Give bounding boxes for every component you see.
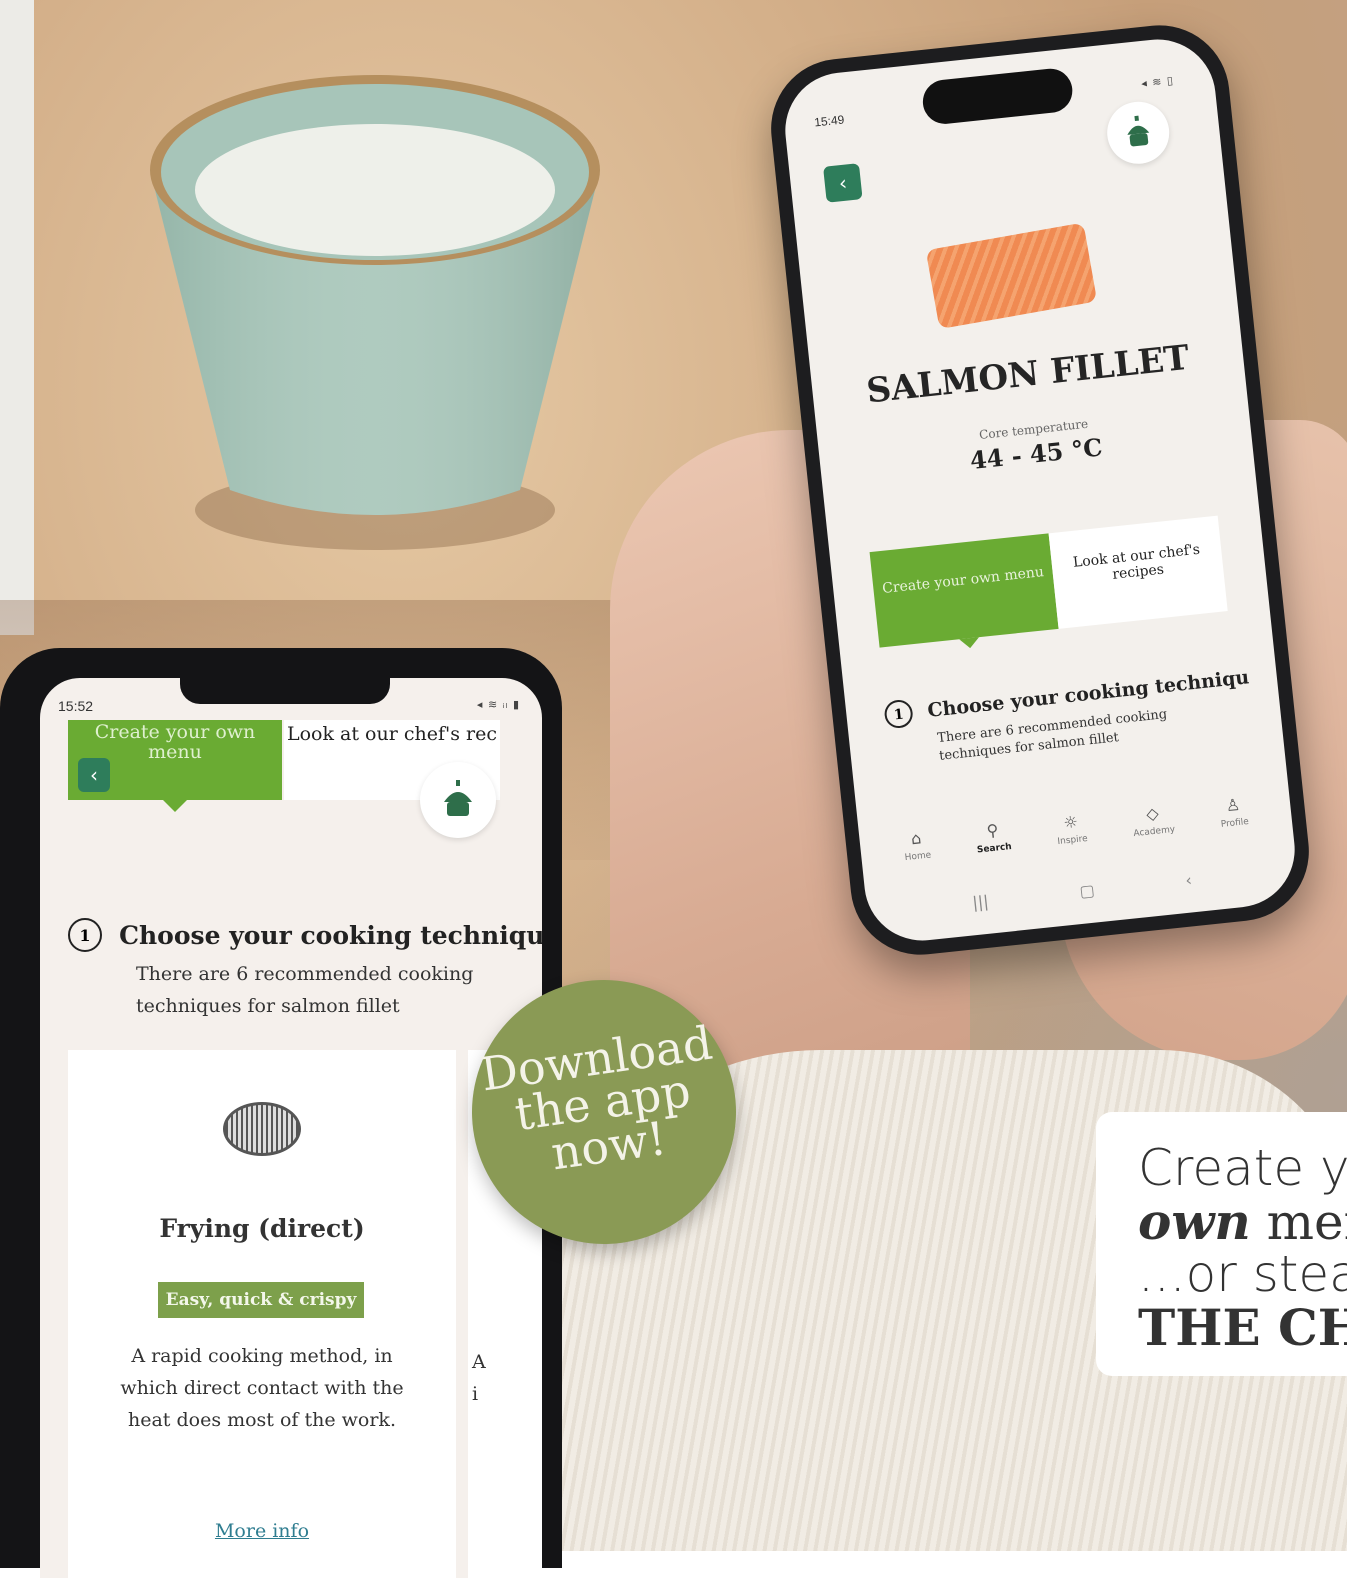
nav-label: Academy [1133, 824, 1176, 840]
status-time: 15:49 [813, 112, 845, 130]
nav-label: Profile [1220, 817, 1250, 830]
recents-button[interactable]: ||| [971, 892, 989, 913]
nav-label: Search [976, 841, 1013, 856]
step-section: 1 Choose your cooking techniqu There are… [883, 658, 1300, 772]
card-badge: Easy, quick & crispy [158, 1282, 364, 1318]
home-icon: ⌂ [910, 828, 923, 849]
back-system-button[interactable]: ‹ [1184, 870, 1192, 890]
search-icon: ⚲ [985, 820, 1000, 841]
card-description: A rapid cooking method, in which direct … [120, 1345, 404, 1431]
card-description-fragment: A i [472, 1351, 486, 1405]
dynamic-island [920, 66, 1075, 126]
status-icons: ◂ ≋ ᵢₗ ▮ [476, 698, 520, 711]
right-phone-area: 15:49 ◂ ≋ ▯ ‹ SALMON FILLET Core tempera… [764, 10, 1340, 962]
salmon-image [925, 222, 1098, 330]
home-system-button[interactable]: ▢ [1078, 881, 1095, 901]
status-time: 15:52 [58, 698, 94, 714]
tagline-line: Create y [1138, 1139, 1347, 1197]
nav-home[interactable]: ⌂ Home [902, 828, 935, 890]
graduation-cap-icon: ◇ [1145, 803, 1160, 824]
step-section: 1 Choose your cooking techniqu There are… [68, 918, 542, 1022]
page-title: SALMON FILLET [864, 337, 1192, 412]
notch [180, 678, 390, 704]
step-number: 1 [883, 698, 915, 730]
tagline-line: own mer [1138, 1192, 1347, 1251]
nav-academy[interactable]: ◇ Academy [1131, 802, 1179, 866]
egg-logo-icon[interactable] [420, 762, 496, 838]
user-icon: ♙ [1224, 794, 1242, 816]
tagline-emphasis: own [1138, 1192, 1251, 1251]
tab-create-menu[interactable]: Create your own menu [869, 533, 1059, 648]
step-description: There are 6 recommended cooking techniqu… [136, 963, 474, 1017]
card-title: Frying (direct) [159, 1214, 365, 1243]
tab-chef-recipes[interactable]: Look at our chef's recipes [1048, 515, 1228, 629]
right-phone: 15:49 ◂ ≋ ▯ ‹ SALMON FILLET Core tempera… [764, 18, 1316, 962]
grill-logo-icon [444, 780, 472, 816]
ceramic-cup [150, 75, 600, 550]
step-title: Choose your cooking techniqu [119, 920, 542, 950]
tagline-line: ...or steal [1138, 1245, 1347, 1303]
back-button[interactable]: ‹ [823, 163, 863, 203]
right-phone-screen: 15:49 ◂ ≋ ▯ ‹ SALMON FILLET Core tempera… [779, 33, 1301, 947]
grill-logo-icon [1127, 115, 1150, 147]
step-number: 1 [68, 918, 102, 952]
nav-search[interactable]: ⚲ Search [974, 819, 1015, 882]
lightbulb-icon: ☼ [1062, 811, 1079, 833]
tagline-box: Create y own mer ...or steal THE CH [1096, 1112, 1347, 1376]
more-info-link[interactable]: More info [68, 1520, 456, 1542]
tagline-rest: mer [1266, 1193, 1347, 1251]
status-icons: ◂ ≋ ▯ [1140, 73, 1175, 91]
tagline-line: THE CH [1138, 1298, 1347, 1357]
nav-label: Home [904, 850, 932, 864]
technique-card[interactable]: Frying (direct) Easy, quick & crispy A r… [68, 1050, 456, 1578]
nav-inspire[interactable]: ☼ Inspire [1055, 811, 1091, 874]
nav-profile[interactable]: ♙ Profile [1218, 794, 1252, 857]
nav-label: Inspire [1057, 833, 1089, 848]
grill-grate-icon [223, 1102, 301, 1156]
left-phone-screen: 15:52 ◂ ≋ ᵢₗ ▮ Create your own menu Look… [40, 678, 542, 1578]
egg-logo-icon[interactable] [1104, 98, 1173, 167]
back-button[interactable]: ‹ [78, 758, 110, 792]
